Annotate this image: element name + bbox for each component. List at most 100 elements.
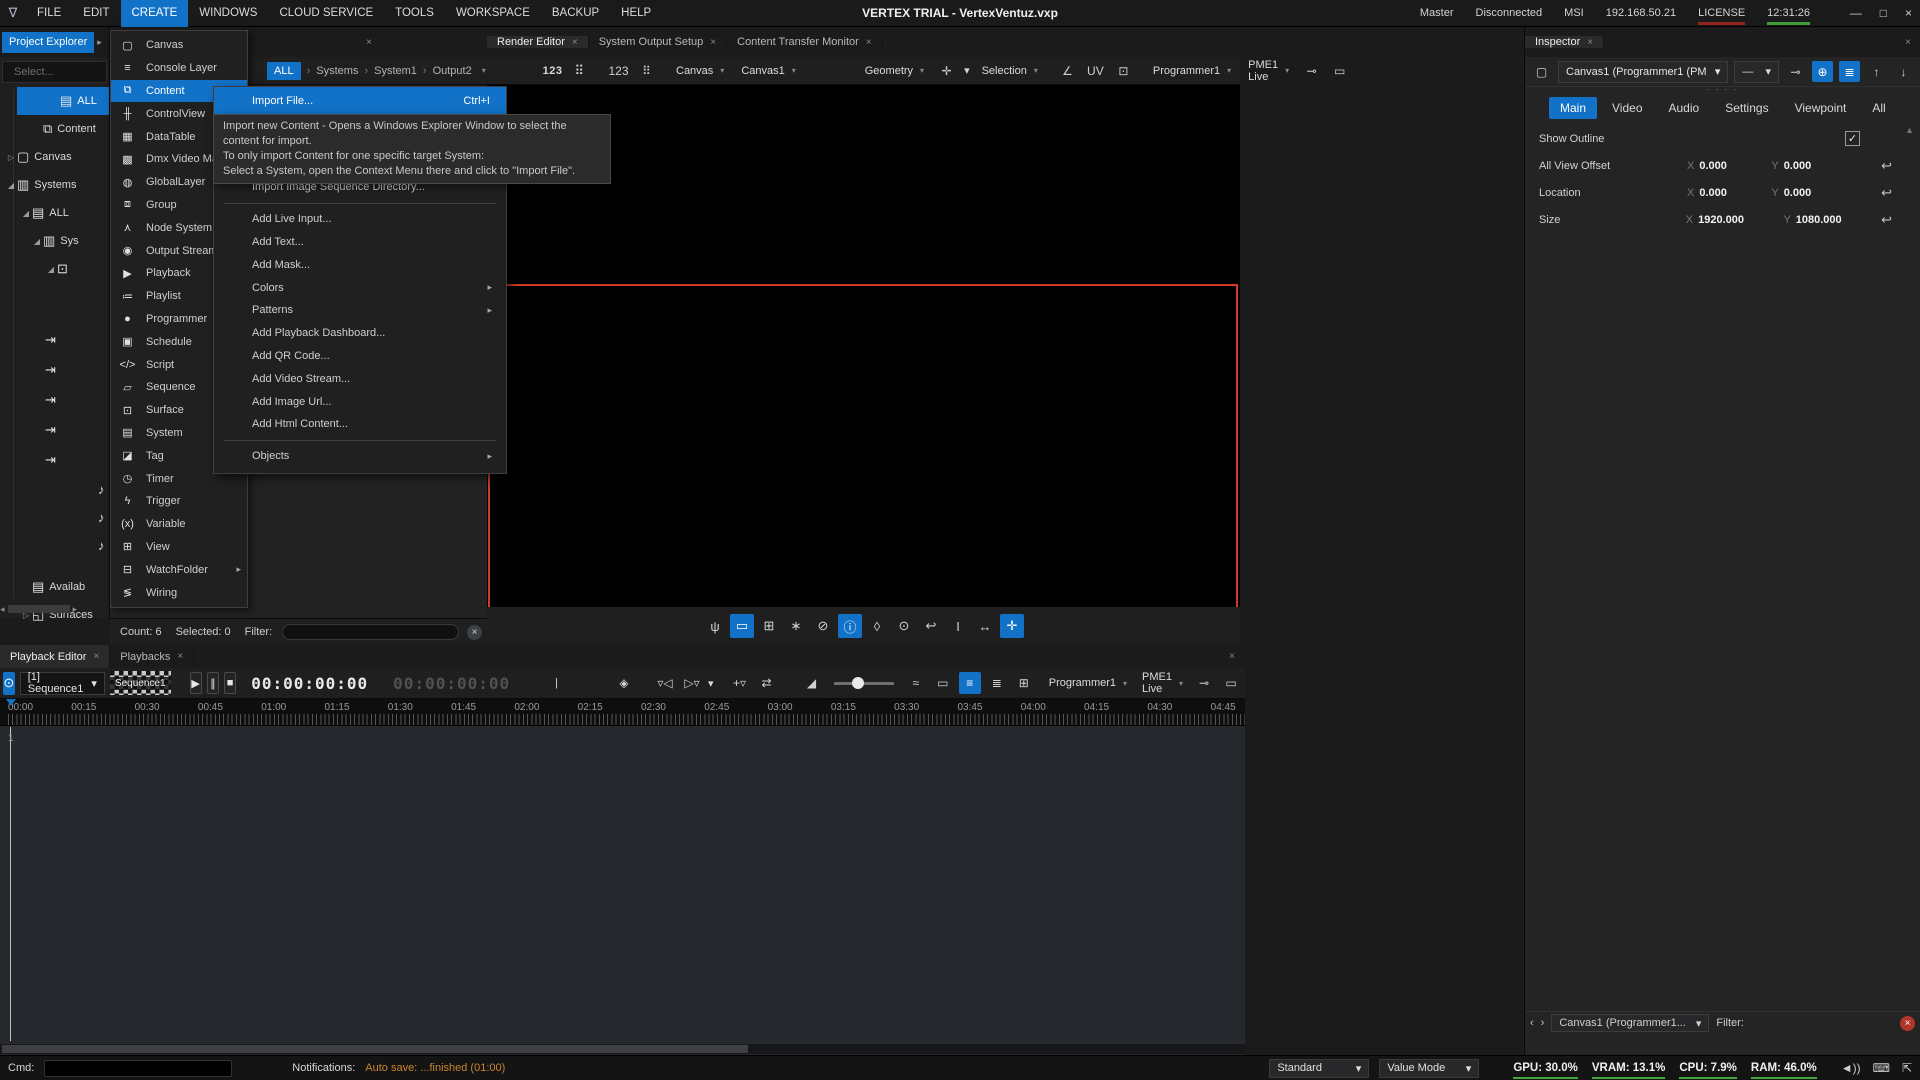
playback-tab[interactable]: Playback Editor × xyxy=(0,645,110,668)
titlebar-status-item[interactable]: Disconnected xyxy=(1476,7,1543,19)
tree-row[interactable]: ⇥ xyxy=(0,325,109,355)
submenu-item[interactable]: Add Video Stream... xyxy=(214,367,506,390)
tab-close-icon[interactable]: × xyxy=(177,651,183,662)
inspector-subtab[interactable]: Viewpoint xyxy=(1784,97,1858,119)
value-mode-dropdown[interactable]: Value Mode▾ xyxy=(1379,1059,1479,1078)
panel-layout-icon[interactable]: ▭ xyxy=(1329,60,1350,81)
tree-row[interactable]: ⇥ xyxy=(0,415,109,445)
reset-icon[interactable]: ↩ xyxy=(1881,158,1892,174)
submenu-item[interactable] xyxy=(224,203,496,204)
scroll-thumb[interactable] xyxy=(8,605,70,613)
add-cue-icon[interactable]: +▿ xyxy=(729,672,751,694)
grid-snap-icon[interactable]: ⊞ xyxy=(1013,672,1035,694)
safe-frame-icon[interactable]: ◈ xyxy=(613,672,635,694)
uv-mapping-icon[interactable]: UV xyxy=(1085,60,1106,81)
selection-dropdown[interactable]: Selection▾ xyxy=(977,63,1043,79)
nav-forward-icon[interactable]: › xyxy=(1541,1017,1545,1029)
geometry-dropdown[interactable]: Geometry▾ xyxy=(860,63,929,79)
menu-bar-item[interactable]: CLOUD SERVICE xyxy=(268,0,384,27)
reset-icon[interactable]: ↩ xyxy=(1881,212,1892,228)
tab-overflow-icon[interactable]: ▸ xyxy=(97,37,102,48)
clear-filter-icon[interactable]: × xyxy=(467,625,482,640)
tree-expand-arrow[interactable]: ◢ xyxy=(5,181,17,190)
titlebar-status-item[interactable]: 192.168.50.21 xyxy=(1606,7,1676,19)
transform-tool-icon[interactable]: ✛ xyxy=(936,60,957,81)
scroll-left-icon[interactable]: ◂ xyxy=(0,604,5,615)
submenu-item[interactable]: Add Mask... xyxy=(214,253,506,276)
cue-dropdown-icon[interactable]: ▾ xyxy=(708,677,714,690)
y-value-field[interactable]: 0.000 xyxy=(1784,187,1856,199)
volume-knob[interactable] xyxy=(852,677,864,689)
show-outline-checkbox[interactable]: ✓ xyxy=(1845,131,1860,146)
inspector-subtab[interactable]: Main xyxy=(1549,97,1597,119)
nav-down-icon[interactable]: ↓ xyxy=(1893,61,1914,82)
tree-expand-arrow[interactable]: ◢ xyxy=(20,209,32,218)
breadcrumb-dropdown-icon[interactable]: ▾ xyxy=(482,66,486,75)
render-tool-icon[interactable]: ∗ xyxy=(784,614,808,638)
numeric-view-icon[interactable]: 123 xyxy=(543,65,563,77)
menu-bar-item[interactable]: WORKSPACE xyxy=(445,0,541,27)
select-input[interactable]: Select... xyxy=(2,61,107,83)
canvas-select-dropdown[interactable]: Canvas1▾ xyxy=(736,63,800,79)
inspector-subtab[interactable]: Video xyxy=(1601,97,1653,119)
panel-close-icon[interactable]: × xyxy=(1229,651,1235,662)
pme-live-dropdown[interactable]: PME1 Live▾ xyxy=(1243,57,1294,85)
programmer-dropdown[interactable]: Programmer1▾ xyxy=(1044,675,1132,691)
sequence-thumbnail[interactable]: Sequence1 xyxy=(110,671,171,695)
splitter-handle[interactable]: · · · · xyxy=(1525,87,1920,94)
numeric-fields-icon[interactable]: 123 xyxy=(608,60,629,81)
render-editor-tab[interactable]: Render Editor × xyxy=(487,36,589,48)
render-tool-icon[interactable]: ⓘ xyxy=(838,614,862,638)
speaker-icon[interactable]: ◄)) xyxy=(1841,1061,1861,1075)
tree-row[interactable]: ▤ Availab xyxy=(0,573,109,601)
submenu-item[interactable]: Patterns ▸ xyxy=(214,299,506,322)
create-menu-item[interactable]: ≶ Wiring xyxy=(111,581,247,604)
content-tab-close-icon[interactable]: × xyxy=(366,37,372,48)
breadcrumb-item[interactable]: Systems xyxy=(316,65,358,77)
canvas-mode-dropdown[interactable]: Canvas▾ xyxy=(671,63,729,79)
play-button[interactable]: ▶ xyxy=(190,672,202,694)
grid-view-icon[interactable]: ⠿ xyxy=(636,60,657,81)
submenu-item[interactable]: Add Playback Dashboard... xyxy=(214,322,506,345)
submenu-item[interactable] xyxy=(224,440,496,441)
reset-icon[interactable]: ↩ xyxy=(1881,185,1892,201)
effects-icon[interactable]: ≈ xyxy=(905,672,927,694)
render-tool-icon[interactable]: ⊙ xyxy=(892,614,916,638)
breadcrumb-item[interactable]: System1 xyxy=(374,65,417,77)
timeline-ruler[interactable]: 00:0000:1500:3000:4501:0001:1501:3001:45… xyxy=(0,699,1245,726)
create-menu-item[interactable]: ⊟ WatchFolder ▸ xyxy=(111,558,247,581)
tree-row[interactable]: ◢ ⊡ xyxy=(0,255,109,283)
pin-panel-icon[interactable]: ⊸ xyxy=(1301,60,1322,81)
scroll-right-icon[interactable]: ▸ xyxy=(73,604,78,615)
menu-bar-item[interactable]: FILE xyxy=(26,0,72,27)
y-value-field[interactable]: 0.000 xyxy=(1784,160,1856,172)
minimize-button[interactable]: — xyxy=(1850,6,1862,20)
pme-live-dropdown[interactable]: PME1 Live▾ xyxy=(1137,669,1188,697)
x-value-field[interactable]: 1920.000 xyxy=(1698,214,1783,226)
tab-close-icon[interactable]: × xyxy=(93,651,99,662)
render-tool-icon[interactable]: ▭ xyxy=(730,614,754,638)
panel-layout-icon[interactable]: ▭ xyxy=(1220,672,1242,694)
render-tool-icon[interactable]: ψ xyxy=(703,614,727,638)
render-tool-icon[interactable]: ◊ xyxy=(865,614,889,638)
tree-row[interactable]: ◢ ▥ Systems xyxy=(0,171,109,199)
render-tool-icon[interactable]: ⊞ xyxy=(757,614,781,638)
keyboard-icon[interactable]: ⌨ xyxy=(1873,1061,1890,1075)
next-cue-icon[interactable]: ▷▿ xyxy=(681,672,703,694)
tab-project-explorer[interactable]: Project Explorer xyxy=(2,32,94,53)
inspector-subtab[interactable]: All xyxy=(1861,97,1896,119)
tree-row[interactable]: ◢ ▤ ALL xyxy=(0,199,109,227)
render-tool-icon[interactable]: ⊘ xyxy=(811,614,835,638)
tree-expand-arrow[interactable]: ◢ xyxy=(45,265,57,274)
tab-close-icon[interactable]: × xyxy=(1587,37,1593,48)
tree-row[interactable]: ⇥ xyxy=(0,445,109,475)
maximize-button[interactable]: □ xyxy=(1880,6,1887,20)
tree-row[interactable]: ♪ xyxy=(0,475,109,503)
tree-expand-arrow[interactable]: ◢ xyxy=(31,237,43,246)
nav-back-icon[interactable]: ‹ xyxy=(1530,1017,1534,1029)
submenu-item[interactable]: Add Image Url... xyxy=(214,390,506,413)
zoom-fit-icon[interactable]: ▭ xyxy=(932,672,954,694)
explorer-hscrollbar[interactable]: ◂ ▸ xyxy=(0,603,110,615)
stop-button[interactable]: ■ xyxy=(224,672,236,694)
playback-tab[interactable]: Playbacks × xyxy=(110,645,194,668)
